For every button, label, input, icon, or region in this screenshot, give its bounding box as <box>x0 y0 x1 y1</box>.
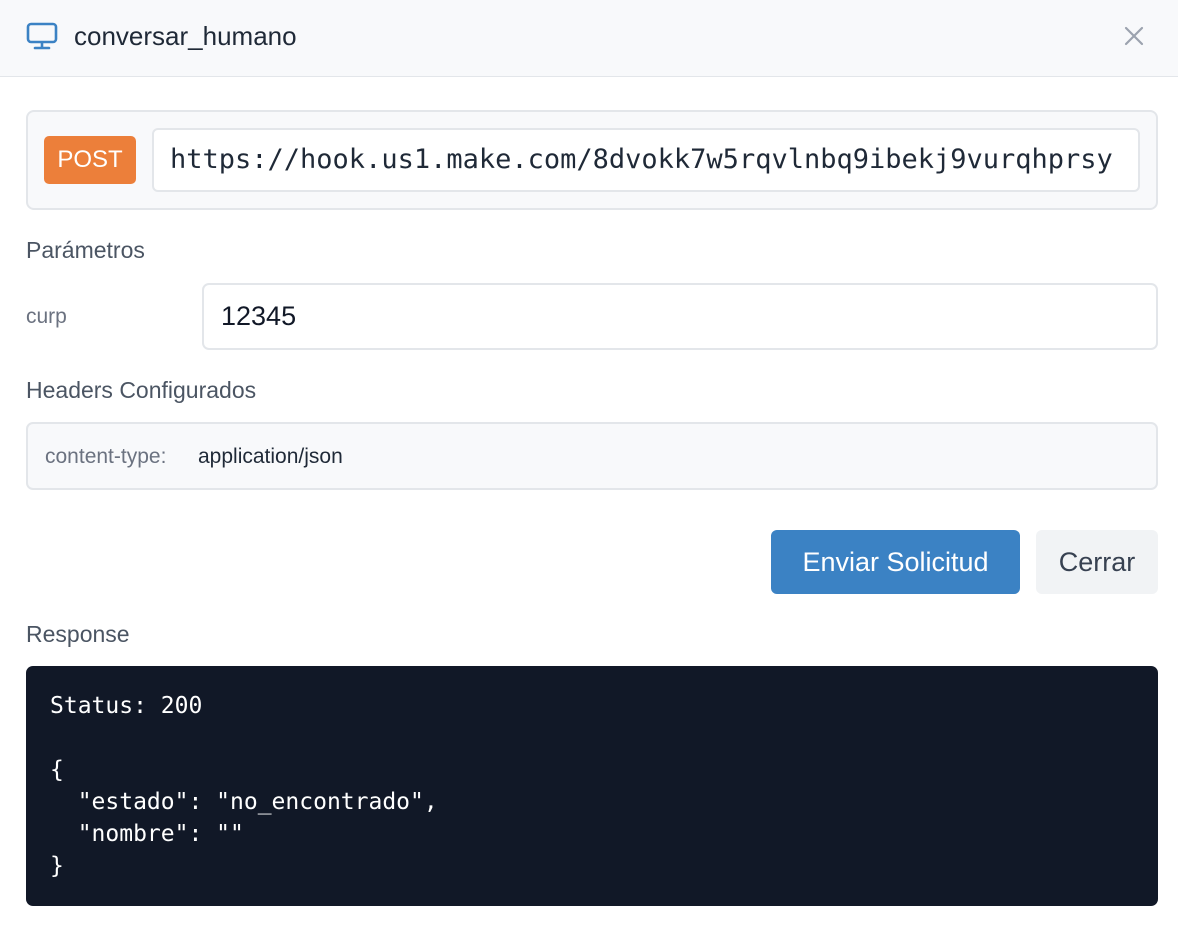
response-title: Response <box>26 621 130 647</box>
response-line: Status: 200 <box>50 693 203 719</box>
close-button[interactable]: Cerrar <box>1036 530 1158 594</box>
header-key: content-type: <box>45 445 167 468</box>
dialog-title: conversar_humano <box>74 21 297 51</box>
param-input-curp[interactable]: 12345 <box>202 283 1158 350</box>
send-request-button[interactable]: Enviar Solicitud <box>771 530 1020 594</box>
dialog-header: conversar_humano <box>0 0 1178 77</box>
monitor-icon <box>26 22 58 50</box>
close-icon[interactable] <box>1120 22 1148 50</box>
url-field[interactable]: https://hook.us1.make.com/8dvokk7w5rqvln… <box>152 128 1140 192</box>
response-line: { <box>50 757 64 783</box>
request-url-panel: POST https://hook.us1.make.com/8dvokk7w5… <box>26 110 1158 210</box>
param-label-curp: curp <box>26 305 67 328</box>
response-line: "nombre": "" <box>50 821 244 847</box>
http-method-badge: POST <box>44 136 136 184</box>
headers-list: content-type: application/json <box>26 422 1158 490</box>
response-line: } <box>50 853 64 879</box>
headers-title: Headers Configurados <box>26 377 257 403</box>
response-line: "estado": "no_encontrado", <box>50 789 438 815</box>
response-output: Status: 200 { "estado": "no_encontrado",… <box>26 666 1158 906</box>
parameters-title: Parámetros <box>26 237 145 263</box>
response-line <box>50 722 1134 754</box>
header-value: application/json <box>198 445 343 468</box>
